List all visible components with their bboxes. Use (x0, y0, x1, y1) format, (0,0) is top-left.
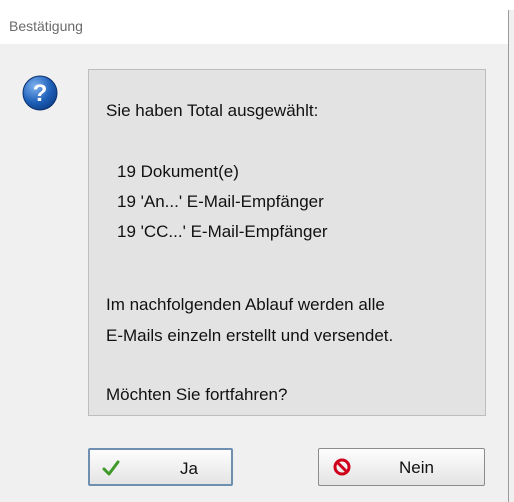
checkmark-icon (102, 460, 120, 476)
question-icon: ? (22, 75, 58, 111)
prohibited-icon (333, 458, 351, 476)
message-item: 19 'An...' E-Mail-Empfänger (117, 192, 324, 211)
message-question: Möchten Sie fortfahren? (106, 385, 288, 404)
background-window-strip (0, 0, 514, 10)
message-panel: Sie haben Total ausgewählt: 19 Dokument(… (88, 69, 486, 416)
confirmation-dialog: Bestätigung ? Sie haben Total ausgewählt… (0, 10, 509, 502)
message-info-line-1: Im nachfolgenden Ablauf werden alle (106, 295, 385, 314)
yes-button[interactable]: Ja (88, 448, 233, 486)
svg-text:?: ? (33, 80, 48, 107)
message-item: 19 'CC...' E-Mail-Empfänger (117, 222, 328, 241)
no-button-label: Nein (399, 458, 434, 477)
message-intro: Sie haben Total ausgewählt: (106, 101, 319, 120)
yes-button-label: Ja (180, 459, 198, 478)
no-button[interactable]: Nein (318, 448, 485, 486)
dialog-title: Bestätigung (9, 18, 83, 34)
message-info-line-2: E-Mails einzeln erstellt und versendet. (106, 326, 394, 345)
dialog-titlebar[interactable]: Bestätigung (0, 10, 508, 44)
message-item: 19 Dokument(e) (117, 162, 239, 181)
